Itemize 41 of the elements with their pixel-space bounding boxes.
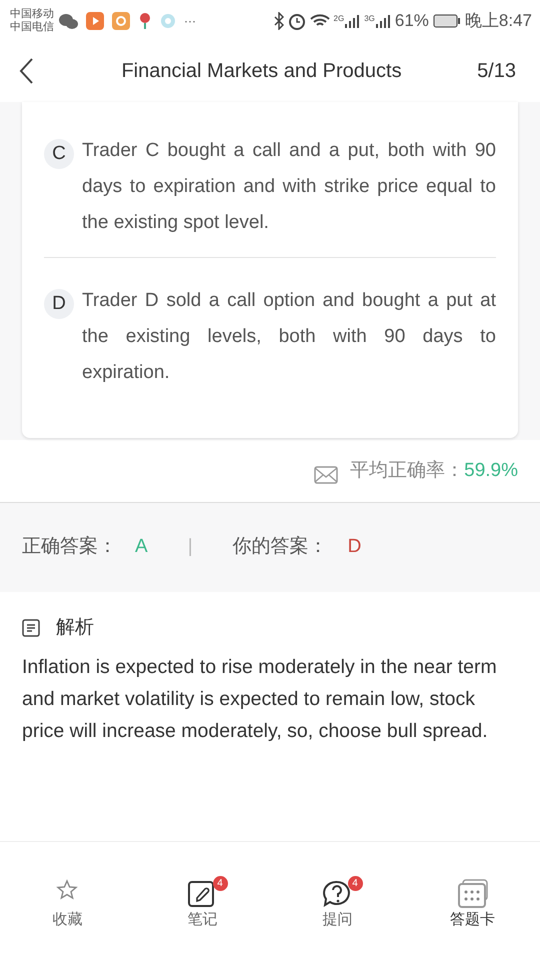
- more-dots: ···: [184, 13, 196, 30]
- analysis-title: 解析: [56, 616, 94, 640]
- count-badge: 4: [212, 876, 228, 890]
- grid-card-icon: [456, 878, 488, 908]
- bluetooth-icon: [274, 12, 284, 30]
- correct-answer: A: [135, 535, 148, 560]
- correct-answer-label: 正确答案：: [22, 534, 117, 560]
- chat-icon: [58, 13, 78, 29]
- your-answer-label: 你的答案：: [232, 534, 328, 560]
- count-badge: 4: [348, 876, 362, 890]
- question-counter: 5/13: [477, 59, 516, 84]
- page-title: Financial Markets and Products: [120, 59, 403, 84]
- network-type: 2G: [334, 13, 344, 25]
- nav-tab[interactable]: 4 提问: [270, 878, 405, 932]
- play-app-icon: [86, 12, 104, 30]
- envelope-icon: [314, 464, 338, 484]
- option-letter[interactable]: C: [44, 139, 74, 169]
- nav-tab[interactable]: 4 笔记: [135, 878, 270, 932]
- analysis-text: Inflation is expected to rise moderately in the near term and market volatility is expected to remain low, stock price will increase moderately, so, choose bull spread.: [21, 654, 498, 744]
- accuracy-label: 平均正确率：: [350, 458, 464, 483]
- back-icon[interactable]: [18, 57, 34, 85]
- option-text[interactable]: Trader D sold a call option and bought a put at the existing levels, both with 90 days to expiration.: [82, 283, 496, 391]
- document-icon: [22, 619, 40, 638]
- carrier-name: 中国电信: [10, 21, 54, 34]
- battery-percent: 61%: [394, 10, 429, 32]
- nav-tab[interactable]: 收藏: [0, 878, 135, 932]
- signal-icon: [344, 13, 360, 29]
- signal-icon: [374, 13, 391, 29]
- separator: |: [188, 535, 193, 560]
- accuracy-value: 59.9%: [464, 458, 518, 483]
- network-type: 3G: [364, 13, 375, 25]
- nav-tab[interactable]: 答题卡: [405, 878, 540, 932]
- option-text[interactable]: Trader C bought a call and a put, both with 90 days to expiration and with strike price equal to the existing spot level.: [82, 133, 496, 241]
- carrier-name: 中国移动: [10, 8, 54, 21]
- alarm-icon: [288, 12, 306, 30]
- app-icon: [112, 12, 130, 30]
- your-answer: D: [348, 535, 362, 560]
- location-pin-icon: [138, 12, 152, 30]
- option-letter[interactable]: D: [44, 289, 74, 319]
- battery-icon: [432, 14, 461, 28]
- clock-time: 晚上8:47: [464, 10, 532, 32]
